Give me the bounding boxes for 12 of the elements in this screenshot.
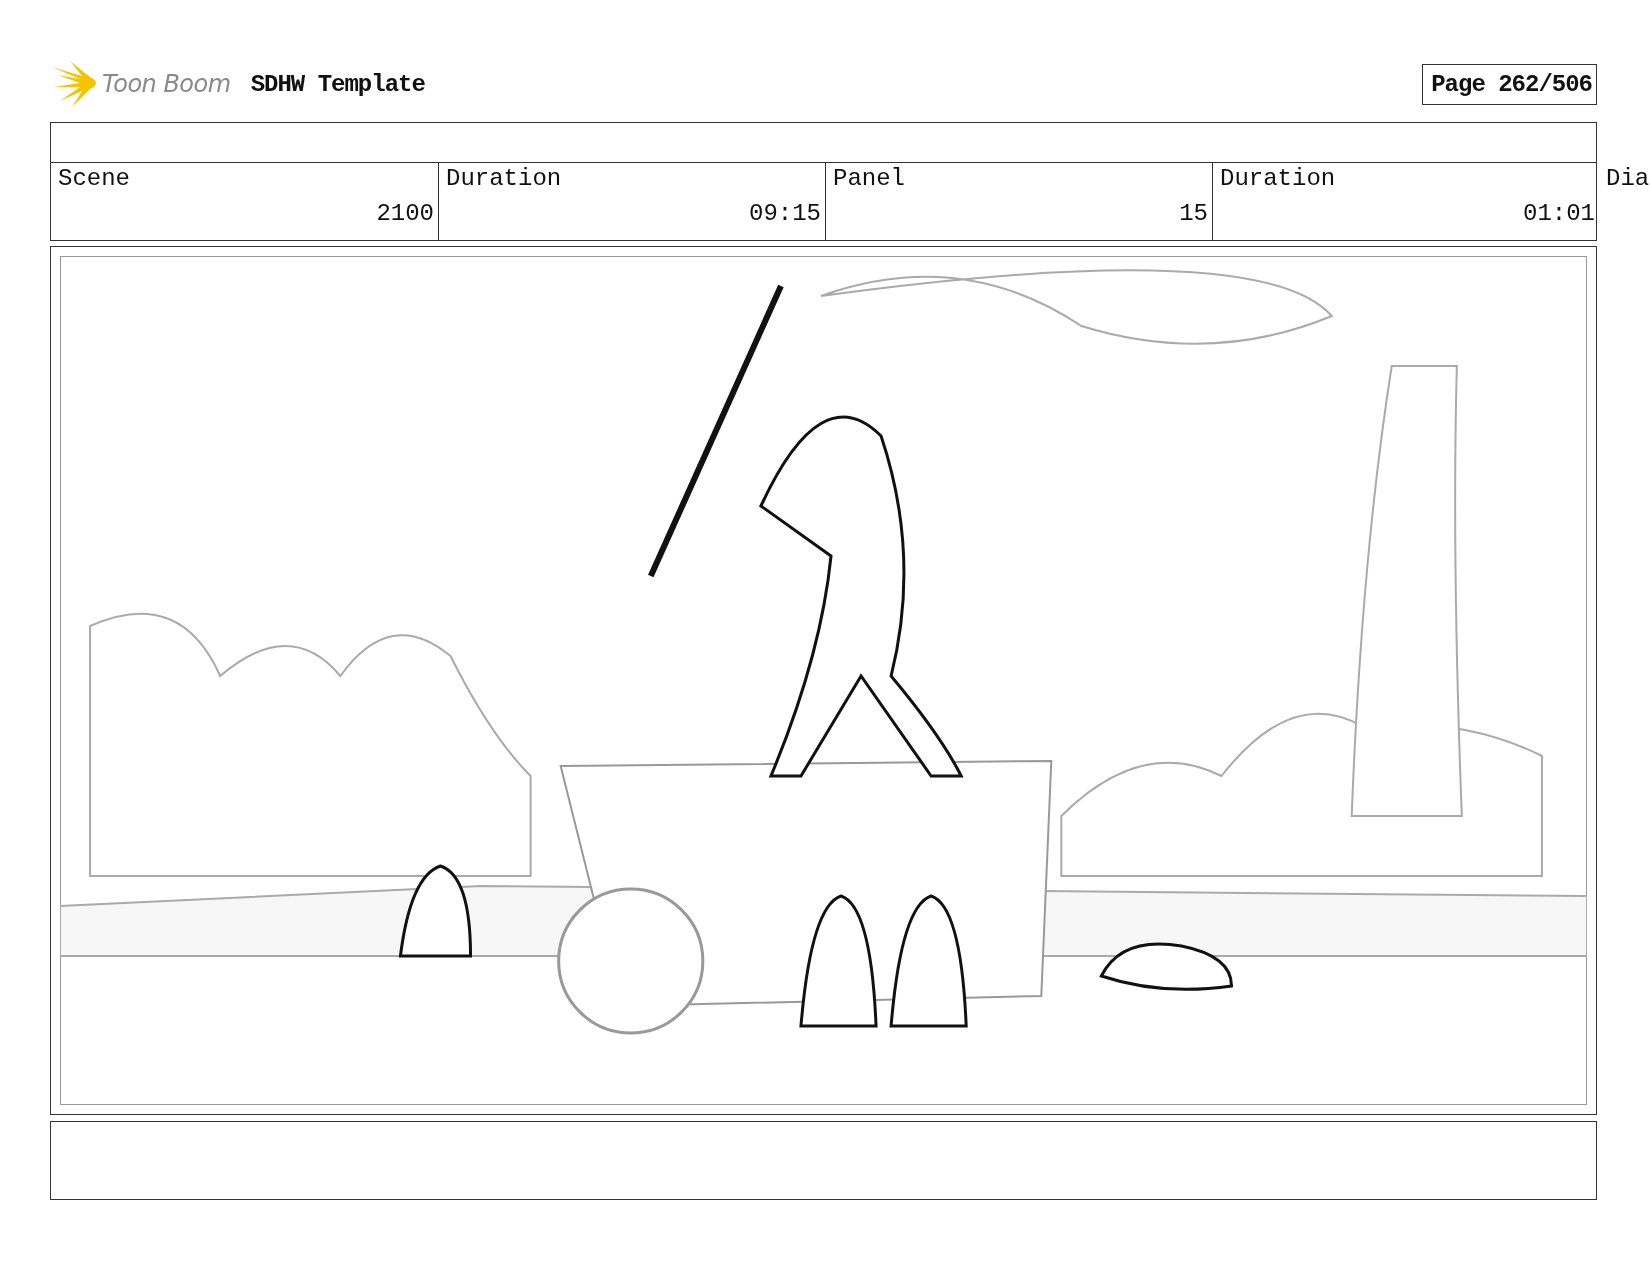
field-value: 15 [1179,200,1208,227]
logo-text: Toon Boom [102,70,231,98]
field-value: 09:15 [749,200,821,227]
field-label: Panel [833,165,905,192]
field-value: 01:01 [1523,200,1595,227]
document-title: SDHW Template [250,70,425,98]
field-label: Duration [1220,165,1336,192]
field-label: Duration [446,165,562,192]
page-number: Page 262/506 [1422,63,1597,105]
field-label: Scene [58,165,130,192]
field-label: Dia [1606,165,1650,192]
field-value: 2100 [376,200,434,227]
